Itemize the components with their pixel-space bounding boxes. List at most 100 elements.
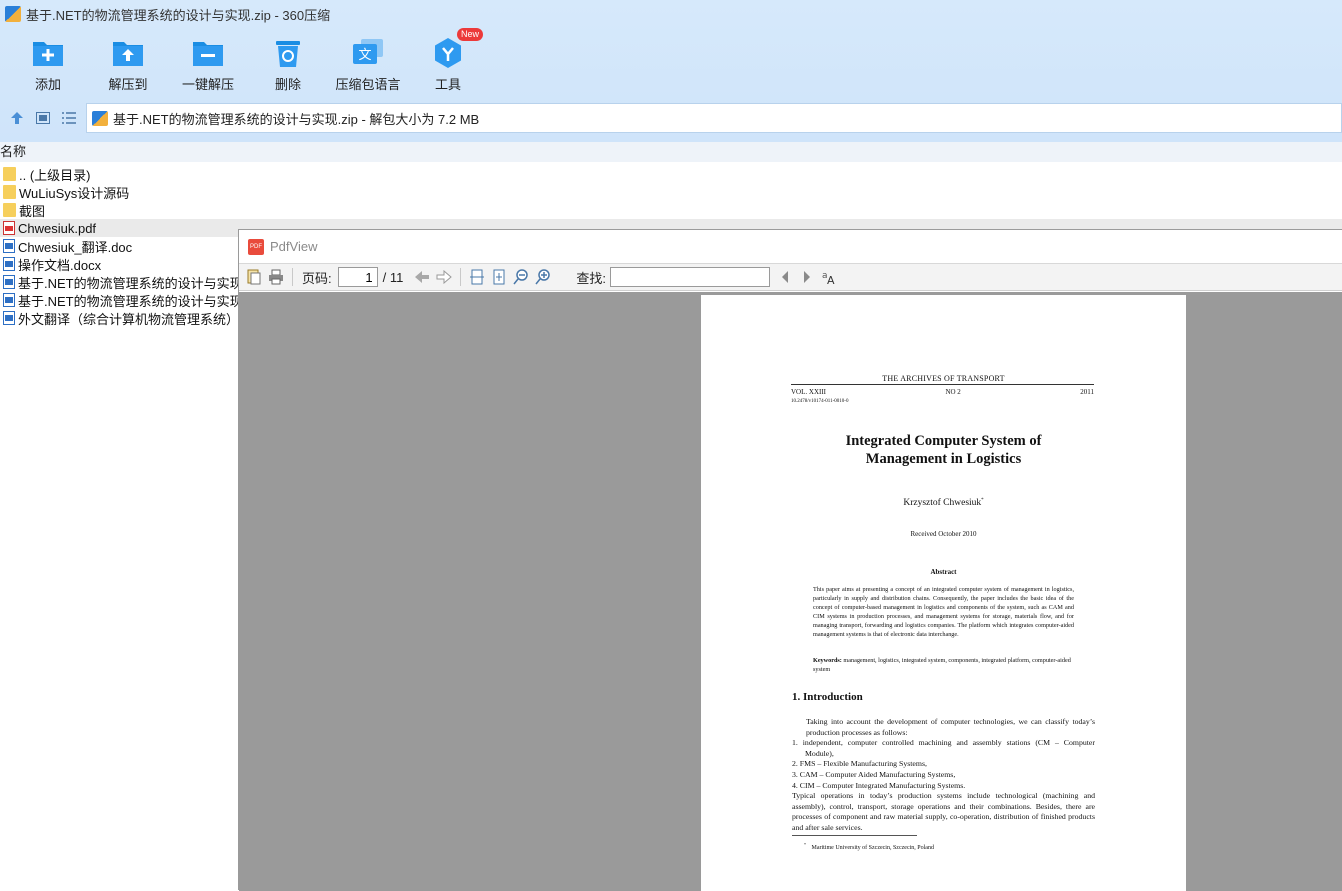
footnote-rule <box>792 835 917 836</box>
word-doc-icon <box>3 311 15 325</box>
fit-width-icon <box>470 269 485 285</box>
thumbnail-view-icon <box>36 112 50 124</box>
intro-list-item: 2. FMS – Flexible Manufacturing Systems, <box>792 759 927 769</box>
pdf-app-icon: PDF <box>248 238 264 255</box>
delete-label: 删除 <box>274 77 301 92</box>
tools-button[interactable]: New 工具 <box>408 28 488 96</box>
text-case-icon: aA <box>822 271 835 285</box>
paper-title: Integrated Computer System of Management… <box>701 432 1186 468</box>
search-label: 查找: <box>576 270 606 286</box>
main-toolbar: 添加 解压到 一键解压 删除 文 压缩包语言 New 工具 <box>0 28 488 96</box>
footnote: * Maritime University of Szczecin, Szcze… <box>804 842 934 851</box>
column-header-name[interactable]: 名称 <box>0 142 1342 162</box>
open-file-icon <box>247 269 261 285</box>
tools-label: 工具 <box>434 77 461 92</box>
find-next-button[interactable] <box>796 266 818 288</box>
top-bar: 基于.NET的物流管理系统的设计与实现.zip - 360压缩 添加 解压到 一… <box>0 0 1342 142</box>
extract-to-label: 解压到 <box>108 77 148 92</box>
journal-name: THE ARCHIVES OF TRANSPORT <box>882 374 1005 383</box>
zoom-in-icon <box>535 269 551 285</box>
file-name: 操作文档.docx <box>18 257 102 273</box>
up-level-button[interactable] <box>4 105 30 131</box>
file-row[interactable]: 截图 <box>0 201 1342 219</box>
file-name: WuLiuSys设计源码 <box>19 185 130 201</box>
open-button[interactable] <box>243 266 265 288</box>
file-name: 基于.NET的物流管理系统的设计与实现 开 <box>18 293 260 309</box>
thumbnail-view-button[interactable] <box>30 105 56 131</box>
doi: 10.2478/v10174-011-0010-0 <box>791 399 849 404</box>
folder-icon <box>3 185 16 199</box>
print-button[interactable] <box>265 266 287 288</box>
introduction-body: Taking into account the development of c… <box>792 717 1095 834</box>
address-text: 基于.NET的物流管理系统的设计与实现.zip - 解包大小为 7.2 MB <box>113 111 480 127</box>
one-click-extract-button[interactable]: 一键解压 <box>168 30 248 96</box>
title-bar: 基于.NET的物流管理系统的设计与实现.zip - 360压缩 <box>0 0 1342 28</box>
toolbar-separator <box>292 268 293 286</box>
file-name: 基于.NET的物流管理系统的设计与实现 毕 <box>18 275 260 291</box>
delete-icon <box>271 36 305 70</box>
word-doc-icon <box>3 257 15 271</box>
pdfview-title-bar: PDF PdfView <box>239 230 1342 263</box>
word-doc-icon <box>3 239 15 253</box>
new-badge: New <box>457 28 484 41</box>
find-previous-button[interactable] <box>774 266 796 288</box>
search-input[interactable] <box>609 267 770 287</box>
volume-row: VOL. XXIII NO 2 2011 <box>791 388 1094 396</box>
file-row[interactable]: .. (上级目录) <box>0 165 1342 183</box>
extract-to-icon <box>111 36 145 70</box>
next-page-button[interactable] <box>433 266 455 288</box>
author-footnote-mark: * <box>981 498 984 503</box>
paper-title-line-2: Management in Logistics <box>865 451 1022 467</box>
fit-width-button[interactable] <box>466 266 488 288</box>
fit-page-icon <box>493 269 505 285</box>
extract-to-button[interactable]: 解压到 <box>88 30 168 96</box>
issue-number: NO 2 <box>945 388 961 396</box>
header-rule <box>791 384 1094 385</box>
archive-window: 基于.NET的物流管理系统的设计与实现.zip - 360压缩 添加 解压到 一… <box>0 0 1342 891</box>
pdfview-title: PdfView <box>270 239 318 254</box>
triangle-right-icon <box>803 271 810 283</box>
footnote-text: Maritime University of Szczecin, Szczeci… <box>811 845 934 851</box>
intro-list-item: 3. CAM – Computer Aided Manufacturing Sy… <box>792 769 956 779</box>
text-options-button[interactable]: aA <box>818 266 840 288</box>
print-icon <box>269 269 283 285</box>
arrow-right-icon <box>436 270 453 284</box>
pdf-canvas[interactable]: THE ARCHIVES OF TRANSPORT VOL. XXIII NO … <box>239 292 1342 891</box>
delete-button[interactable]: 删除 <box>248 30 328 96</box>
list-view-icon <box>62 112 76 124</box>
page-label: 页码: <box>302 270 332 286</box>
year: 2011 <box>1080 388 1094 396</box>
pdf-file-icon <box>3 221 15 235</box>
zoom-out-button[interactable] <box>510 266 532 288</box>
address-bar[interactable]: 基于.NET的物流管理系统的设计与实现.zip - 解包大小为 7.2 MB <box>86 103 1342 133</box>
triangle-left-icon <box>781 271 788 283</box>
tools-icon <box>431 36 465 70</box>
intro-paragraph-1: Taking into account the development of c… <box>806 717 1095 737</box>
volume: VOL. XXIII <box>791 388 826 396</box>
svg-text:文: 文 <box>358 48 371 63</box>
author-name: Krzysztof Chwesiuk <box>903 498 982 509</box>
window-title: 基于.NET的物流管理系统的设计与实现.zip - 360压缩 <box>26 7 331 23</box>
toolbar-separator <box>460 268 462 286</box>
archive-language-label: 压缩包语言 <box>335 77 401 92</box>
archive-file-icon <box>92 110 108 126</box>
paper-title-line-1: Integrated Computer System of <box>845 433 1042 449</box>
file-row[interactable]: WuLiuSys设计源码 <box>0 183 1342 201</box>
page-number-input[interactable] <box>337 267 378 287</box>
file-name: 外文翻译（综合计算机物流管理系统）.doc <box>18 311 264 327</box>
file-name: Chwesiuk_翻译.doc <box>18 239 133 255</box>
fit-page-button[interactable] <box>488 266 510 288</box>
abstract-heading: Abstract <box>930 568 957 576</box>
archive-language-button[interactable]: 文 压缩包语言 <box>328 30 408 96</box>
keywords: Keywords: management, logistics, integra… <box>813 657 1074 675</box>
previous-page-button[interactable] <box>411 266 433 288</box>
zoom-in-button[interactable] <box>532 266 554 288</box>
svg-text:A: A <box>827 274 835 285</box>
intro-paragraph-2: Typical operations in today’s production… <box>792 791 1095 832</box>
pdf-page: THE ARCHIVES OF TRANSPORT VOL. XXIII NO … <box>701 295 1186 891</box>
add-button[interactable]: 添加 <box>8 30 88 96</box>
word-doc-icon <box>3 293 15 307</box>
author: Krzysztof Chwesiuk* <box>701 498 1186 508</box>
one-click-extract-label: 一键解压 <box>181 77 234 92</box>
list-view-button[interactable] <box>56 105 82 131</box>
